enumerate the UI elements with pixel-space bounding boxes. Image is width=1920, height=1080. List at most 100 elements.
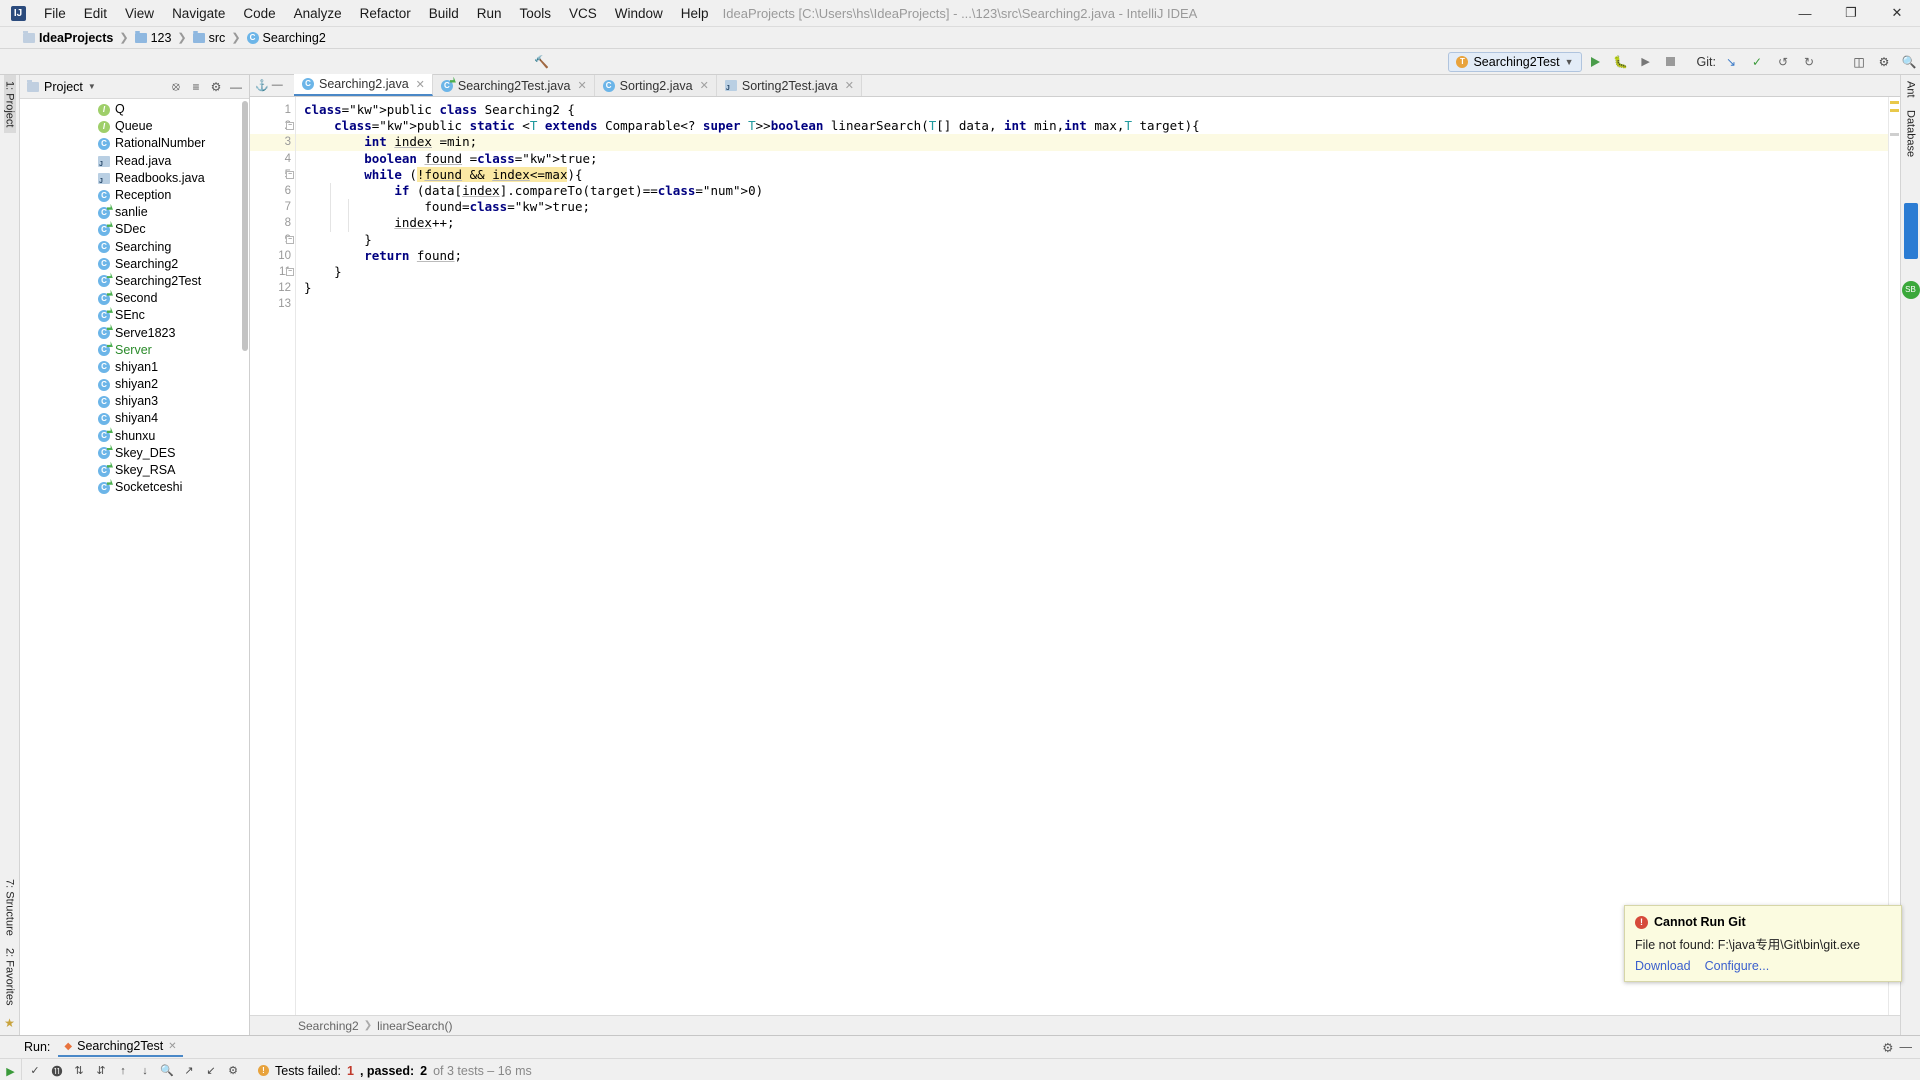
editor-breadcrumb-class[interactable]: Searching2	[298, 1019, 359, 1033]
marker-change[interactable]	[1890, 133, 1899, 136]
settings-gear-icon[interactable]: ⚙	[1873, 51, 1895, 73]
code-line[interactable]: class="kw">public static <T extends Comp…	[296, 118, 1888, 134]
menu-vcs[interactable]: VCS	[560, 2, 606, 25]
menu-tools[interactable]: Tools	[511, 2, 561, 25]
menu-build[interactable]: Build	[420, 2, 468, 25]
marker-warning[interactable]	[1890, 101, 1899, 104]
tool-window-project[interactable]: 1: Project	[3, 75, 16, 134]
collapse-all-icon[interactable]: ≡	[187, 78, 205, 96]
editor-tab[interactable]: C Sorting2.java ✕	[594, 75, 717, 96]
test-settings-gear-icon[interactable]: ⚙	[224, 1062, 242, 1080]
code-line[interactable]: }	[296, 280, 1888, 296]
project-tree-item[interactable]: Read.java	[20, 153, 249, 170]
rerun-button[interactable]: ▶	[2, 1062, 20, 1080]
code-line[interactable]: int index =min;	[296, 134, 1888, 151]
project-tree-item[interactable]: C Reception	[20, 187, 249, 204]
menu-file[interactable]: File	[35, 2, 75, 25]
menu-view[interactable]: View	[116, 2, 163, 25]
project-tree-item[interactable]: C Searching	[20, 239, 249, 256]
hide-panel-icon[interactable]: —	[1900, 1040, 1913, 1055]
gutter-line-number[interactable]: 6	[250, 183, 295, 199]
project-tree-item[interactable]: C Second	[20, 290, 249, 307]
editor-tab[interactable]: C Searching2.java ✕	[294, 74, 433, 96]
tool-window-ant[interactable]: Ant	[1905, 75, 1917, 104]
project-tree-item[interactable]: C Serve1823	[20, 324, 249, 341]
project-tree-item[interactable]: Cshiyan3	[20, 393, 249, 410]
vcs-history-icon[interactable]: ↺	[1772, 51, 1794, 73]
breadcrumb-item-project[interactable]: IdeaProjects	[20, 30, 116, 45]
search-icon[interactable]: 🔍	[1898, 51, 1920, 73]
stop-button[interactable]	[1660, 51, 1682, 73]
code-line[interactable]: }	[296, 232, 1888, 248]
marker-warning[interactable]	[1890, 109, 1899, 112]
close-icon[interactable]: ✕	[845, 79, 854, 92]
editor-tab[interactable]: C Searching2Test.java ✕	[432, 75, 595, 96]
code-line[interactable]: found=class="kw">true;	[296, 199, 1888, 215]
gutter-line-number[interactable]: 10	[250, 248, 295, 264]
editor-breadcrumb-method[interactable]: linearSearch()	[377, 1019, 452, 1033]
project-tree-item[interactable]: Readbooks.java	[20, 170, 249, 187]
notification-balloon[interactable]: ! Cannot Run Git File not found: F:\java…	[1624, 905, 1902, 982]
project-tree-item[interactable]: C Skey_DES	[20, 445, 249, 462]
editor-marker-strip[interactable]	[1888, 97, 1900, 1015]
code-line[interactable]: index++;	[296, 215, 1888, 231]
project-tree-item[interactable]: Csanlie	[20, 204, 249, 221]
sort-alpha-icon[interactable]: ⇅	[70, 1062, 88, 1080]
project-tree-item[interactable]: Cshiyan4	[20, 410, 249, 427]
close-icon[interactable]: ✕	[700, 79, 709, 92]
code-line[interactable]: }	[296, 264, 1888, 280]
tool-window-database[interactable]: Database	[1905, 104, 1917, 163]
minimize-button[interactable]: —	[1782, 0, 1828, 27]
gutter-line-number[interactable]: 1	[250, 102, 295, 118]
window-controls[interactable]: — ❐ ✕	[1782, 0, 1920, 27]
gutter-line-number[interactable]: 8	[250, 215, 295, 231]
project-tree-item[interactable]: C Server	[20, 342, 249, 359]
run-tab-searching2test[interactable]: ◆ Searching2Test ✕	[58, 1037, 183, 1057]
project-file-tree[interactable]: IQIQueueCRationalNumberRead.javaReadbook…	[20, 99, 249, 1035]
project-tree-item[interactable]: C RationalNumber	[20, 135, 249, 152]
code-fold-toggle-icon[interactable]: −	[286, 122, 294, 131]
code-line[interactable]: if (data[index].compareTo(target)==class…	[296, 183, 1888, 199]
code-line[interactable]: while (!found && index<=max){	[296, 166, 1888, 183]
gutter-line-number[interactable]: 12	[250, 280, 295, 296]
export-results-icon[interactable]: ↗	[180, 1062, 198, 1080]
scrollbar-thumb[interactable]	[1903, 202, 1918, 259]
menu-code[interactable]: Code	[234, 2, 284, 25]
close-icon[interactable]: ✕	[577, 79, 586, 92]
next-failed-icon[interactable]: ↓	[136, 1062, 154, 1080]
project-tree-item[interactable]: Cshiyan2	[20, 376, 249, 393]
menu-window[interactable]: Window	[606, 2, 672, 25]
project-panel-title-group[interactable]: Project ▼	[24, 79, 99, 94]
hide-passed-icon[interactable]: ⓫	[48, 1062, 66, 1080]
scroll-from-source-icon[interactable]: ⦻	[167, 78, 185, 96]
menu-bar[interactable]: File Edit View Navigate Code Analyze Ref…	[35, 2, 718, 25]
pin-icon[interactable]: ⚓	[255, 79, 269, 92]
sb-badge-icon[interactable]: SB	[1901, 280, 1920, 299]
hide-panel-icon[interactable]: —	[227, 78, 245, 96]
hide-editor-icon[interactable]: —	[272, 79, 283, 91]
project-tree-item[interactable]: C Searching2	[20, 256, 249, 273]
vcs-rollback-icon[interactable]: ↻	[1798, 51, 1820, 73]
breadcrumb-item-src[interactable]: src	[190, 30, 229, 45]
code-line[interactable]: class="kw">public class Searching2 {	[296, 102, 1888, 118]
gutter-line-number[interactable]: 3	[250, 134, 295, 151]
project-tree-item[interactable]: Cshiyan1	[20, 359, 249, 376]
panel-settings-gear-icon[interactable]: ⚙	[1882, 1040, 1893, 1055]
layout-button[interactable]: ◫	[1848, 51, 1870, 73]
run-configuration-selector[interactable]: T Searching2Test ▼	[1448, 51, 1582, 72]
menu-edit[interactable]: Edit	[75, 2, 116, 25]
menu-refactor[interactable]: Refactor	[351, 2, 420, 25]
prev-failed-icon[interactable]: ↑	[114, 1062, 132, 1080]
code-fold-toggle-icon[interactable]: −	[286, 268, 294, 276]
build-hammer-icon[interactable]: 🔨	[530, 51, 552, 73]
menu-run[interactable]: Run	[468, 2, 511, 25]
close-button[interactable]: ✕	[1874, 0, 1920, 27]
project-tree-item[interactable]: C Skey_RSA	[20, 462, 249, 479]
panel-settings-gear-icon[interactable]: ⚙	[207, 78, 225, 96]
editor-gutter[interactable]: 12@345678910111213−−−−	[250, 97, 314, 1015]
coverage-button[interactable]: ▶	[1635, 51, 1657, 73]
project-tree-item[interactable]: C Searching2Test	[20, 273, 249, 290]
breadcrumb-item-searching2[interactable]: C Searching2	[244, 31, 329, 45]
code-fold-toggle-icon[interactable]: −	[286, 235, 294, 244]
tool-window-favorites[interactable]: 2: Favorites	[4, 942, 16, 1011]
